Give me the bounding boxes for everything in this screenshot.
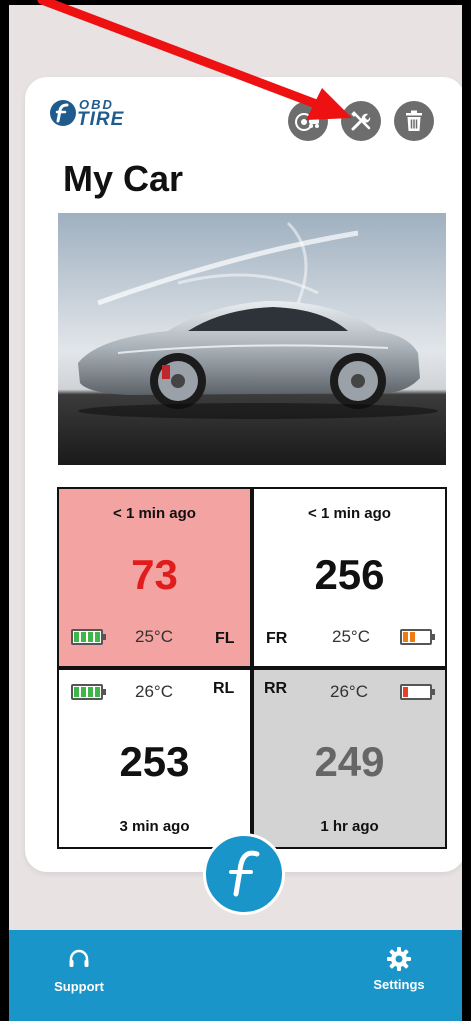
tire-fr-battery bbox=[400, 629, 435, 645]
battery-segment bbox=[88, 687, 93, 697]
tire-fl-time: < 1 min ago bbox=[113, 505, 196, 522]
tire-cell-rr[interactable]: RR 26°C 249 1 hr ago bbox=[254, 670, 445, 847]
battery-segment bbox=[417, 687, 422, 697]
battery-segment bbox=[95, 687, 100, 697]
support-nav-item[interactable]: Support bbox=[49, 948, 109, 994]
tire-fl-battery bbox=[71, 629, 106, 645]
tire-fr-temp: 25°C bbox=[332, 627, 370, 646]
tire-rl-value: 253 bbox=[119, 738, 190, 785]
trash-icon bbox=[406, 110, 422, 131]
tire-rr-time: 1 hr ago bbox=[320, 818, 379, 835]
car-sensor-button[interactable] bbox=[288, 101, 328, 141]
battery-segment bbox=[74, 632, 79, 642]
tire-fr-value: 256 bbox=[314, 551, 385, 598]
tire-fl-position: FL bbox=[215, 630, 235, 647]
delete-button[interactable] bbox=[394, 101, 434, 141]
tire-fr-position: FR bbox=[266, 630, 288, 647]
tire-rl-battery bbox=[71, 684, 106, 700]
tools-icon bbox=[351, 111, 371, 131]
battery-segment bbox=[424, 687, 429, 697]
tire-rl-position: RL bbox=[213, 680, 235, 697]
gear-icon bbox=[387, 947, 411, 971]
car-illustration bbox=[58, 213, 446, 465]
tire-rr-battery bbox=[400, 684, 435, 700]
battery-segment bbox=[81, 687, 86, 697]
logo-text-bottom: TIRE bbox=[77, 109, 125, 130]
battery-segment bbox=[424, 632, 429, 642]
settings-label: Settings bbox=[373, 977, 425, 992]
battery-segment bbox=[410, 632, 415, 642]
battery-segment bbox=[74, 687, 79, 697]
logo-mark-icon bbox=[50, 100, 76, 126]
phone-screen: OBD TIRE My Car < 1 min ago 73 25°C FL <… bbox=[9, 5, 462, 1021]
tire-rr-position: RR bbox=[264, 680, 288, 697]
battery-segment bbox=[403, 687, 408, 697]
tire-fr-time: < 1 min ago bbox=[308, 505, 391, 522]
page-title: My Car bbox=[63, 158, 184, 199]
tire-cell-rl[interactable]: 26°C RL 253 3 min ago bbox=[59, 670, 250, 847]
headset-icon bbox=[69, 949, 89, 967]
tire-rr-temp: 26°C bbox=[330, 682, 368, 701]
battery-segment bbox=[403, 632, 408, 642]
tire-rr-value: 249 bbox=[314, 738, 385, 785]
tire-fl-value: 73 bbox=[131, 551, 178, 598]
home-logo-button[interactable] bbox=[203, 833, 285, 915]
bottom-nav: Support Settings bbox=[9, 930, 462, 1021]
tire-grid: < 1 min ago 73 25°C FL < 1 min ago 256 F… bbox=[57, 487, 447, 849]
car-sensor-icon bbox=[295, 113, 319, 131]
battery-segment bbox=[417, 632, 422, 642]
obd-tire-logo: OBD TIRE bbox=[49, 95, 159, 143]
tools-button[interactable] bbox=[341, 101, 381, 141]
tire-cell-fl[interactable]: < 1 min ago 73 25°C FL bbox=[59, 489, 250, 666]
tire-rl-time: 3 min ago bbox=[119, 818, 190, 835]
tire-fl-temp: 25°C bbox=[135, 627, 173, 646]
support-label: Support bbox=[54, 979, 104, 994]
f-logo-icon bbox=[229, 850, 260, 897]
settings-nav-item[interactable]: Settings bbox=[364, 946, 434, 992]
tire-cell-fr[interactable]: < 1 min ago 256 FR 25°C bbox=[254, 489, 445, 666]
battery-segment bbox=[88, 632, 93, 642]
battery-segment bbox=[81, 632, 86, 642]
battery-segment bbox=[95, 632, 100, 642]
tire-rl-temp: 26°C bbox=[135, 682, 173, 701]
battery-segment bbox=[410, 687, 415, 697]
car-image[interactable] bbox=[58, 213, 446, 465]
